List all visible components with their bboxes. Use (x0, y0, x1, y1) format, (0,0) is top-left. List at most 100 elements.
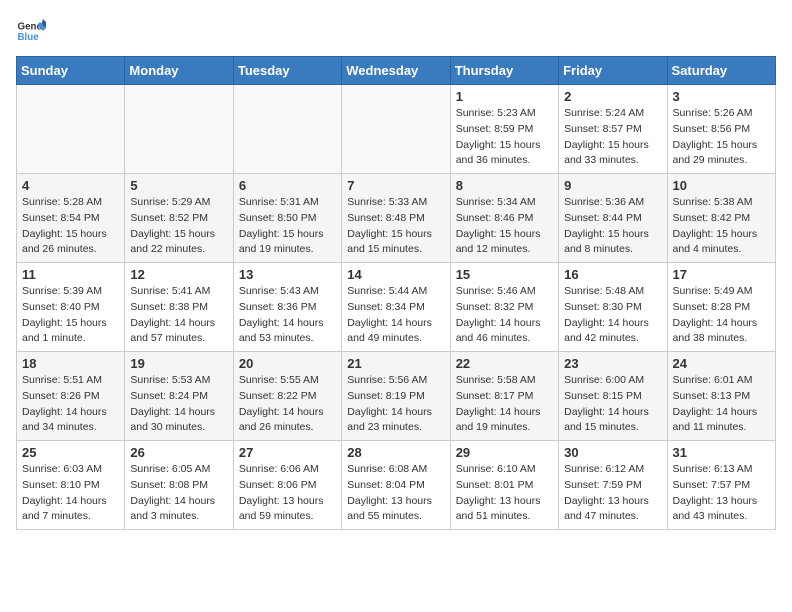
calendar-cell: 23 Sunrise: 6:00 AM Sunset: 8:15 PM Dayli… (559, 352, 667, 441)
header-sunday: Sunday (17, 57, 125, 85)
calendar-cell: 10Sunrise: 5:38 AM Sunset: 8:42 PM Dayli… (667, 174, 775, 263)
day-content: Sunrise: 5:26 AM Sunset: 8:56 PM Dayligh… (673, 106, 770, 169)
day-content: Sunrise: 5:31 AM Sunset: 8:50 PM Dayligh… (239, 195, 336, 258)
day-number: 29 (456, 445, 553, 460)
calendar-cell: 17 Sunrise: 5:49 AM Sunset: 8:28 PM Dayli… (667, 263, 775, 352)
day-number: 7 (347, 178, 444, 193)
day-content: Sunrise: 5:56 AM Sunset: 8:19 PM Dayligh… (347, 373, 444, 436)
calendar-cell: 15Sunrise: 5:46 AM Sunset: 8:32 PM Dayli… (450, 263, 558, 352)
day-number: 28 (347, 445, 444, 460)
calendar-cell: 8 Sunrise: 5:34 AM Sunset: 8:46 PM Daylig… (450, 174, 558, 263)
calendar-cell: 19 Sunrise: 5:53 AM Sunset: 8:24 PM Dayli… (125, 352, 233, 441)
svg-text:Blue: Blue (18, 32, 40, 43)
day-number: 24 (673, 356, 770, 371)
calendar-cell: 31Sunrise: 6:13 AM Sunset: 7:57 PM Dayli… (667, 441, 775, 530)
calendar-cell: 2Sunrise: 5:24 AM Sunset: 8:57 PM Daylig… (559, 85, 667, 174)
calendar-cell: 29 Sunrise: 6:10 AM Sunset: 8:01 PM Dayli… (450, 441, 558, 530)
day-number: 21 (347, 356, 444, 371)
day-number: 11 (22, 267, 119, 282)
week-row-3: 11 Sunrise: 5:39 AM Sunset: 8:40 PM Dayli… (17, 263, 776, 352)
day-content: Sunrise: 5:46 AM Sunset: 8:32 PM Dayligh… (456, 284, 553, 347)
calendar-cell: 3Sunrise: 5:26 AM Sunset: 8:56 PM Daylig… (667, 85, 775, 174)
day-number: 9 (564, 178, 661, 193)
day-number: 25 (22, 445, 119, 460)
day-number: 10 (673, 178, 770, 193)
calendar-cell: 13 Sunrise: 5:43 AM Sunset: 8:36 PM Dayli… (233, 263, 341, 352)
week-row-1: 1 Sunrise: 5:23 AM Sunset: 8:59 PM Daylig… (17, 85, 776, 174)
day-number: 30 (564, 445, 661, 460)
day-content: Sunrise: 5:58 AM Sunset: 8:17 PM Dayligh… (456, 373, 553, 436)
day-content: Sunrise: 5:24 AM Sunset: 8:57 PM Dayligh… (564, 106, 661, 169)
day-content: Sunrise: 6:01 AM Sunset: 8:13 PM Dayligh… (673, 373, 770, 436)
calendar-cell: 18 Sunrise: 5:51 AM Sunset: 8:26 PM Dayli… (17, 352, 125, 441)
calendar-cell (342, 85, 450, 174)
day-number: 18 (22, 356, 119, 371)
calendar-cell: 28 Sunrise: 6:08 AM Sunset: 8:04 PM Dayli… (342, 441, 450, 530)
header-tuesday: Tuesday (233, 57, 341, 85)
day-number: 19 (130, 356, 227, 371)
day-content: Sunrise: 6:05 AM Sunset: 8:08 PM Dayligh… (130, 462, 227, 525)
day-content: Sunrise: 5:39 AM Sunset: 8:40 PM Dayligh… (22, 284, 119, 347)
day-number: 14 (347, 267, 444, 282)
calendar-cell: 11 Sunrise: 5:39 AM Sunset: 8:40 PM Dayli… (17, 263, 125, 352)
day-number: 17 (673, 267, 770, 282)
header-thursday: Thursday (450, 57, 558, 85)
week-row-4: 18 Sunrise: 5:51 AM Sunset: 8:26 PM Dayli… (17, 352, 776, 441)
day-content: Sunrise: 5:41 AM Sunset: 8:38 PM Dayligh… (130, 284, 227, 347)
day-content: Sunrise: 5:34 AM Sunset: 8:46 PM Dayligh… (456, 195, 553, 258)
day-content: Sunrise: 5:53 AM Sunset: 8:24 PM Dayligh… (130, 373, 227, 436)
calendar-cell: 25 Sunrise: 6:03 AM Sunset: 8:10 PM Dayli… (17, 441, 125, 530)
day-content: Sunrise: 6:13 AM Sunset: 7:57 PM Dayligh… (673, 462, 770, 525)
day-content: Sunrise: 6:00 AM Sunset: 8:15 PM Dayligh… (564, 373, 661, 436)
calendar-cell: 30 Sunrise: 6:12 AM Sunset: 7:59 PM Dayli… (559, 441, 667, 530)
day-content: Sunrise: 5:36 AM Sunset: 8:44 PM Dayligh… (564, 195, 661, 258)
day-content: Sunrise: 5:48 AM Sunset: 8:30 PM Dayligh… (564, 284, 661, 347)
day-number: 8 (456, 178, 553, 193)
calendar-cell: 27 Sunrise: 6:06 AM Sunset: 8:06 PM Dayli… (233, 441, 341, 530)
calendar-cell (17, 85, 125, 174)
day-number: 26 (130, 445, 227, 460)
day-number: 27 (239, 445, 336, 460)
calendar-cell: 4 Sunrise: 5:28 AM Sunset: 8:54 PM Daylig… (17, 174, 125, 263)
day-content: Sunrise: 6:12 AM Sunset: 7:59 PM Dayligh… (564, 462, 661, 525)
logo-icon: General Blue (16, 16, 46, 46)
calendar-cell: 14 Sunrise: 5:44 AM Sunset: 8:34 PM Dayli… (342, 263, 450, 352)
calendar-cell: 12 Sunrise: 5:41 AM Sunset: 8:38 PM Dayli… (125, 263, 233, 352)
day-content: Sunrise: 5:28 AM Sunset: 8:54 PM Dayligh… (22, 195, 119, 258)
header-monday: Monday (125, 57, 233, 85)
day-content: Sunrise: 5:49 AM Sunset: 8:28 PM Dayligh… (673, 284, 770, 347)
day-number: 22 (456, 356, 553, 371)
day-number: 12 (130, 267, 227, 282)
calendar-cell: 20Sunrise: 5:55 AM Sunset: 8:22 PM Dayli… (233, 352, 341, 441)
day-content: Sunrise: 5:33 AM Sunset: 8:48 PM Dayligh… (347, 195, 444, 258)
day-number: 4 (22, 178, 119, 193)
header-saturday: Saturday (667, 57, 775, 85)
day-content: Sunrise: 6:08 AM Sunset: 8:04 PM Dayligh… (347, 462, 444, 525)
calendar-cell: 24 Sunrise: 6:01 AM Sunset: 8:13 PM Dayli… (667, 352, 775, 441)
calendar-table: SundayMondayTuesdayWednesdayThursdayFrid… (16, 56, 776, 530)
calendar-cell (125, 85, 233, 174)
day-number: 1 (456, 89, 553, 104)
day-number: 5 (130, 178, 227, 193)
calendar-cell: 6Sunrise: 5:31 AM Sunset: 8:50 PM Daylig… (233, 174, 341, 263)
day-content: Sunrise: 5:29 AM Sunset: 8:52 PM Dayligh… (130, 195, 227, 258)
calendar-cell: 21 Sunrise: 5:56 AM Sunset: 8:19 PM Dayli… (342, 352, 450, 441)
day-content: Sunrise: 5:43 AM Sunset: 8:36 PM Dayligh… (239, 284, 336, 347)
header-wednesday: Wednesday (342, 57, 450, 85)
day-content: Sunrise: 6:03 AM Sunset: 8:10 PM Dayligh… (22, 462, 119, 525)
day-number: 23 (564, 356, 661, 371)
calendar-cell: 1 Sunrise: 5:23 AM Sunset: 8:59 PM Daylig… (450, 85, 558, 174)
calendar-cell: 7 Sunrise: 5:33 AM Sunset: 8:48 PM Daylig… (342, 174, 450, 263)
page-header: General Blue (16, 16, 776, 46)
day-content: Sunrise: 6:06 AM Sunset: 8:06 PM Dayligh… (239, 462, 336, 525)
header-friday: Friday (559, 57, 667, 85)
calendar-cell (233, 85, 341, 174)
day-number: 16 (564, 267, 661, 282)
day-content: Sunrise: 5:23 AM Sunset: 8:59 PM Dayligh… (456, 106, 553, 169)
logo: General Blue (16, 16, 50, 46)
day-content: Sunrise: 5:44 AM Sunset: 8:34 PM Dayligh… (347, 284, 444, 347)
day-content: Sunrise: 6:10 AM Sunset: 8:01 PM Dayligh… (456, 462, 553, 525)
day-content: Sunrise: 5:51 AM Sunset: 8:26 PM Dayligh… (22, 373, 119, 436)
calendar-cell: 22 Sunrise: 5:58 AM Sunset: 8:17 PM Dayli… (450, 352, 558, 441)
day-number: 13 (239, 267, 336, 282)
